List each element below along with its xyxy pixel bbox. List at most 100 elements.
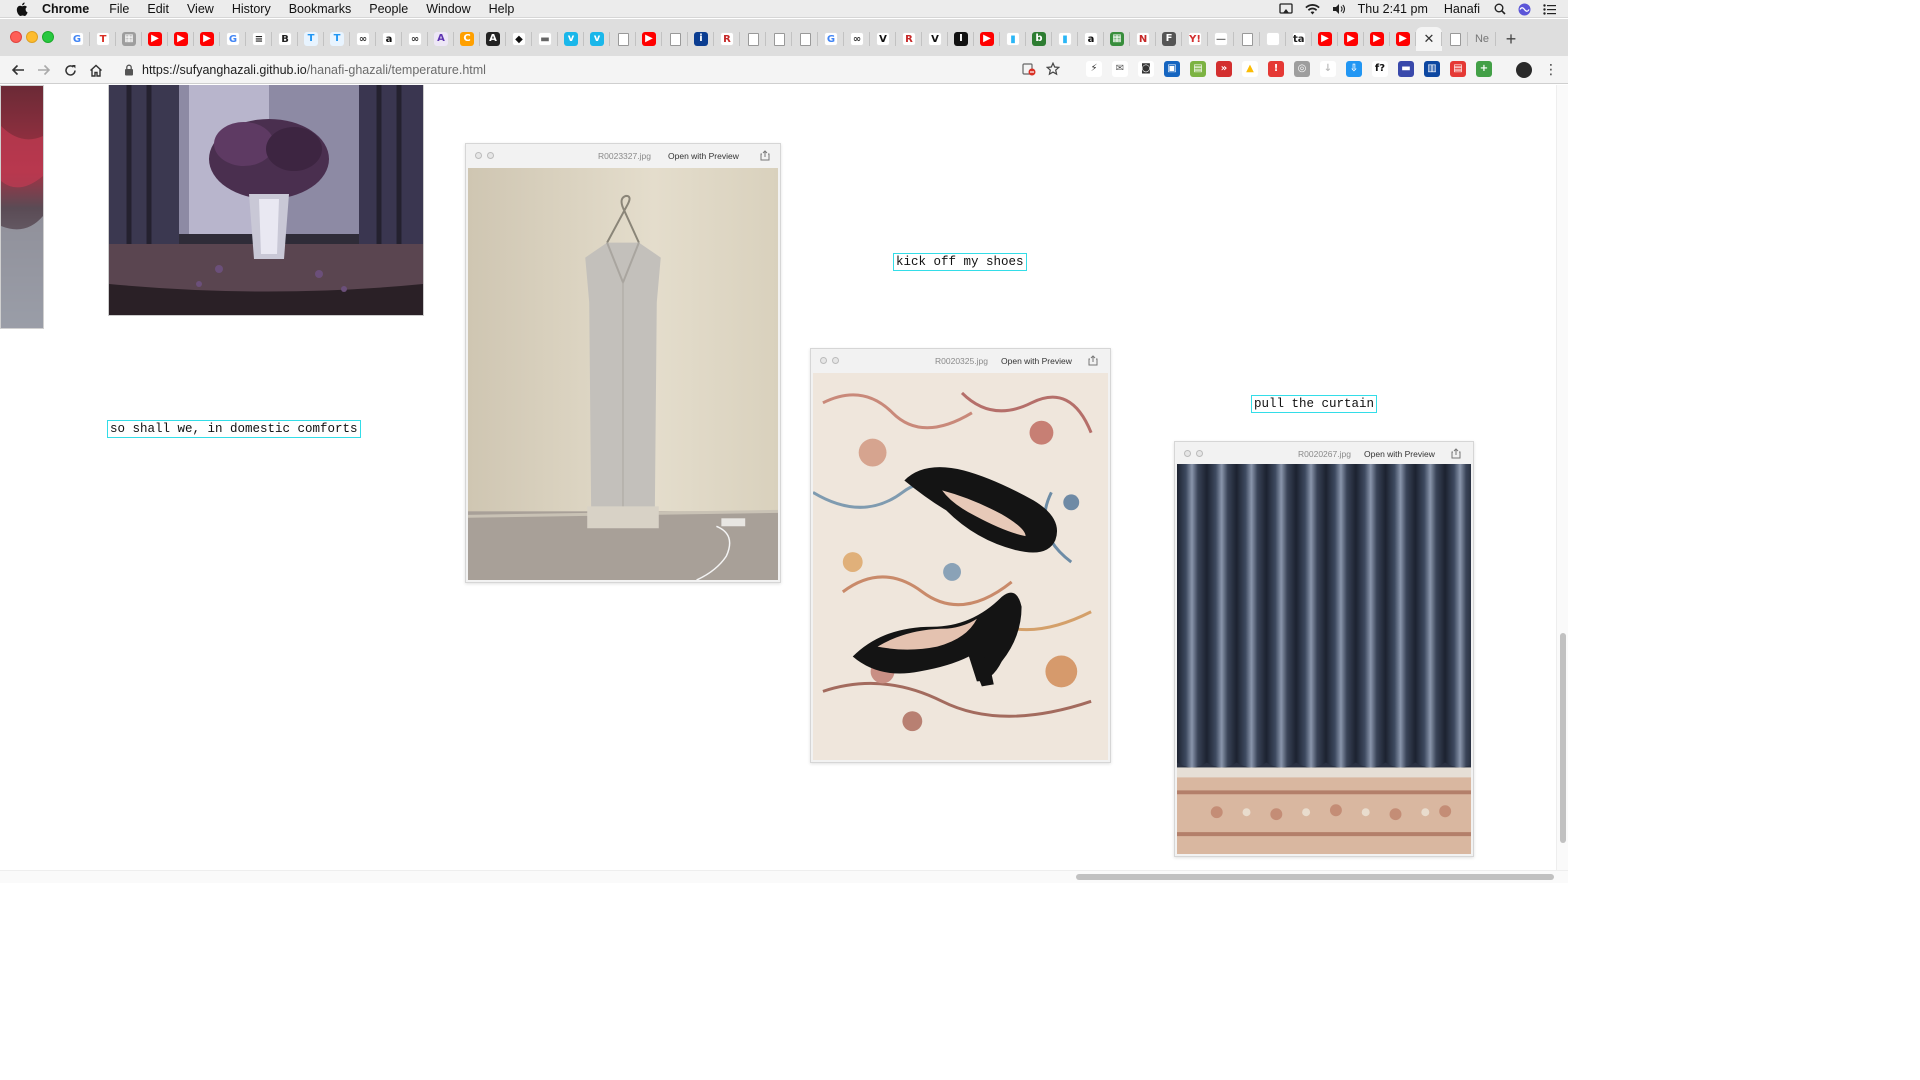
- share-icon[interactable]: [1088, 355, 1099, 366]
- browser-tab[interactable]: I: [948, 27, 974, 51]
- browser-tab[interactable]: ▶: [1390, 27, 1416, 51]
- browser-tab[interactable]: ▶: [1364, 27, 1390, 51]
- extension-icon[interactable]: ▥: [1424, 61, 1440, 77]
- browser-tab[interactable]: ▶: [1312, 27, 1338, 51]
- browser-tab[interactable]: T: [324, 27, 350, 51]
- home-button[interactable]: [86, 60, 106, 80]
- browser-tab[interactable]: ▬: [532, 27, 558, 51]
- extension-icon[interactable]: »: [1216, 61, 1232, 77]
- browser-tab[interactable]: ▮: [1000, 27, 1026, 51]
- browser-tab[interactable]: R: [896, 27, 922, 51]
- menu-history[interactable]: History: [232, 2, 271, 16]
- menu-app-chrome[interactable]: Chrome: [42, 2, 89, 16]
- browser-tab[interactable]: ∞: [844, 27, 870, 51]
- menu-view[interactable]: View: [187, 2, 214, 16]
- preview-close-button[interactable]: [1184, 450, 1191, 457]
- vertical-scrollbar-thumb[interactable]: [1560, 633, 1566, 843]
- reload-button[interactable]: [60, 60, 80, 80]
- browser-tab[interactable]: ▶: [1338, 27, 1364, 51]
- extension-icon[interactable]: ◎: [1294, 61, 1310, 77]
- extension-icon[interactable]: f?: [1372, 61, 1388, 77]
- preview-fullscreen-button[interactable]: [1196, 450, 1203, 457]
- cast-icon[interactable]: [1279, 3, 1293, 15]
- menubar-clock[interactable]: Thu 2:41 pm: [1358, 2, 1428, 16]
- browser-tab[interactable]: [740, 27, 766, 51]
- browser-tab[interactable]: G: [64, 27, 90, 51]
- browser-tab[interactable]: ∞: [402, 27, 428, 51]
- browser-tab[interactable]: [1260, 27, 1286, 51]
- volume-icon[interactable]: [1332, 3, 1346, 15]
- bookmark-star-icon[interactable]: [1045, 61, 1061, 81]
- url-text[interactable]: https://sufyanghazali.github.io/hanafi-g…: [142, 63, 486, 77]
- browser-tab[interactable]: Y!: [1182, 27, 1208, 51]
- browser-tab[interactable]: [610, 27, 636, 51]
- menubar-user[interactable]: Hanafi: [1444, 2, 1480, 16]
- browser-tab[interactable]: i: [688, 27, 714, 51]
- wifi-icon[interactable]: [1304, 3, 1320, 15]
- browser-tab[interactable]: —: [1208, 27, 1234, 51]
- browser-tab[interactable]: ▶: [636, 27, 662, 51]
- window-maximize-button[interactable]: [42, 31, 54, 43]
- back-button[interactable]: [8, 60, 28, 80]
- chrome-menu-icon[interactable]: ⋮: [1544, 61, 1558, 77]
- preview-fullscreen-button[interactable]: [832, 357, 839, 364]
- preview-fullscreen-button[interactable]: [487, 152, 494, 159]
- browser-tab[interactable]: a: [376, 27, 402, 51]
- menu-file[interactable]: File: [109, 2, 129, 16]
- browser-tab[interactable]: T: [298, 27, 324, 51]
- menu-window[interactable]: Window: [426, 2, 470, 16]
- browser-tab[interactable]: V: [870, 27, 896, 51]
- browser-tab[interactable]: v: [558, 27, 584, 51]
- extension-icon[interactable]: ✉: [1112, 61, 1128, 77]
- siri-icon[interactable]: [1518, 3, 1531, 16]
- browser-tab[interactable]: R: [714, 27, 740, 51]
- profile-avatar[interactable]: [1516, 62, 1532, 78]
- extension-icon[interactable]: ▣: [1164, 61, 1180, 77]
- browser-tab[interactable]: N: [1130, 27, 1156, 51]
- menu-bookmarks[interactable]: Bookmarks: [289, 2, 352, 16]
- horizontal-scrollbar-thumb[interactable]: [1076, 874, 1554, 880]
- spotlight-search-icon[interactable]: [1494, 3, 1506, 15]
- open-with-preview-button[interactable]: Open with Preview: [1364, 449, 1435, 459]
- browser-tab[interactable]: ▶: [974, 27, 1000, 51]
- menu-help[interactable]: Help: [489, 2, 515, 16]
- browser-tab[interactable]: ▦: [1104, 27, 1130, 51]
- horizontal-scrollbar[interactable]: [0, 870, 1568, 883]
- menu-people[interactable]: People: [369, 2, 408, 16]
- browser-tab[interactable]: V: [922, 27, 948, 51]
- browser-tab[interactable]: [792, 27, 818, 51]
- open-with-preview-button[interactable]: Open with Preview: [668, 151, 739, 161]
- browser-tab[interactable]: [1442, 27, 1468, 51]
- browser-tab[interactable]: A: [428, 27, 454, 51]
- notification-center-icon[interactable]: [1543, 3, 1556, 15]
- extension-icon[interactable]: ↓: [1320, 61, 1336, 77]
- browser-tab[interactable]: [766, 27, 792, 51]
- browser-tab[interactable]: ▶: [142, 27, 168, 51]
- extension-icon[interactable]: ⇩: [1346, 61, 1362, 77]
- preview-close-button[interactable]: [820, 357, 827, 364]
- extension-icon[interactable]: !: [1268, 61, 1284, 77]
- extension-icon[interactable]: ▤: [1450, 61, 1466, 77]
- window-close-button[interactable]: [10, 31, 22, 43]
- address-bar[interactable]: https://sufyanghazali.github.io/hanafi-g…: [116, 58, 1076, 82]
- browser-tab[interactable]: B: [272, 27, 298, 51]
- browser-tab[interactable]: [662, 27, 688, 51]
- share-icon[interactable]: [760, 150, 771, 161]
- browser-tab[interactable]: v: [584, 27, 610, 51]
- window-minimize-button[interactable]: [26, 31, 38, 43]
- tab-close-icon[interactable]: ✕: [1424, 31, 1435, 47]
- browser-tab[interactable]: F: [1156, 27, 1182, 51]
- browser-tab[interactable]: ∞: [350, 27, 376, 51]
- browser-tab[interactable]: ◆: [506, 27, 532, 51]
- browser-tab[interactable]: A: [480, 27, 506, 51]
- browser-tab[interactable]: ≡: [246, 27, 272, 51]
- open-with-preview-button[interactable]: Open with Preview: [1001, 356, 1072, 366]
- browser-tab[interactable]: tap: [1286, 27, 1312, 51]
- lock-icon[interactable]: [124, 64, 134, 76]
- browser-tab[interactable]: ▮: [1052, 27, 1078, 51]
- browser-tab[interactable]: [1234, 27, 1260, 51]
- browser-tab[interactable]: ▶: [168, 27, 194, 51]
- browser-tab[interactable]: G: [818, 27, 844, 51]
- browser-tab-truncated[interactable]: Ne: [1468, 27, 1496, 51]
- vertical-scrollbar[interactable]: [1556, 85, 1568, 870]
